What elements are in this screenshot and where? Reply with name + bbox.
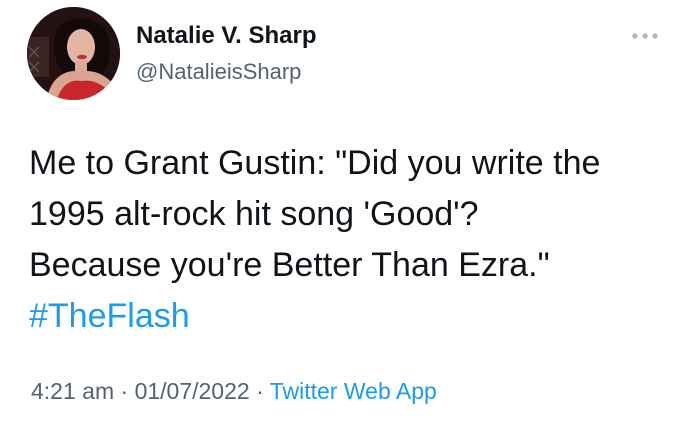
tweet-date[interactable]: 01/07/2022 bbox=[135, 378, 250, 404]
tweet-card: Natalie V. Sharp @NatalieisSharp Me to G… bbox=[0, 0, 690, 424]
tweet-text-line: 1995 alt-rock hit song 'Good'? bbox=[29, 195, 479, 233]
tweet-time[interactable]: 4:21 am bbox=[31, 378, 114, 404]
more-horizontal-icon[interactable] bbox=[630, 30, 660, 42]
tweet-text: Me to Grant Gustin: "Did you write the 1… bbox=[29, 138, 679, 342]
tweet-source-link[interactable]: Twitter Web App bbox=[270, 378, 437, 404]
tweet-text-line: Because you're Better Than Ezra." bbox=[29, 246, 550, 284]
author-handle[interactable]: @NatalieisSharp bbox=[136, 59, 301, 85]
separator-dot: · bbox=[120, 378, 129, 404]
tweet-metadata: 4:21 am · 01/07/2022 · Twitter Web App bbox=[31, 378, 437, 405]
avatar-image bbox=[27, 7, 120, 100]
avatar[interactable] bbox=[27, 7, 120, 100]
author-name[interactable]: Natalie V. Sharp bbox=[136, 22, 317, 50]
separator-dot: · bbox=[256, 378, 264, 404]
hashtag-link[interactable]: #TheFlash bbox=[29, 291, 679, 342]
tweet-text-line: Me to Grant Gustin: "Did you write the bbox=[29, 144, 601, 182]
